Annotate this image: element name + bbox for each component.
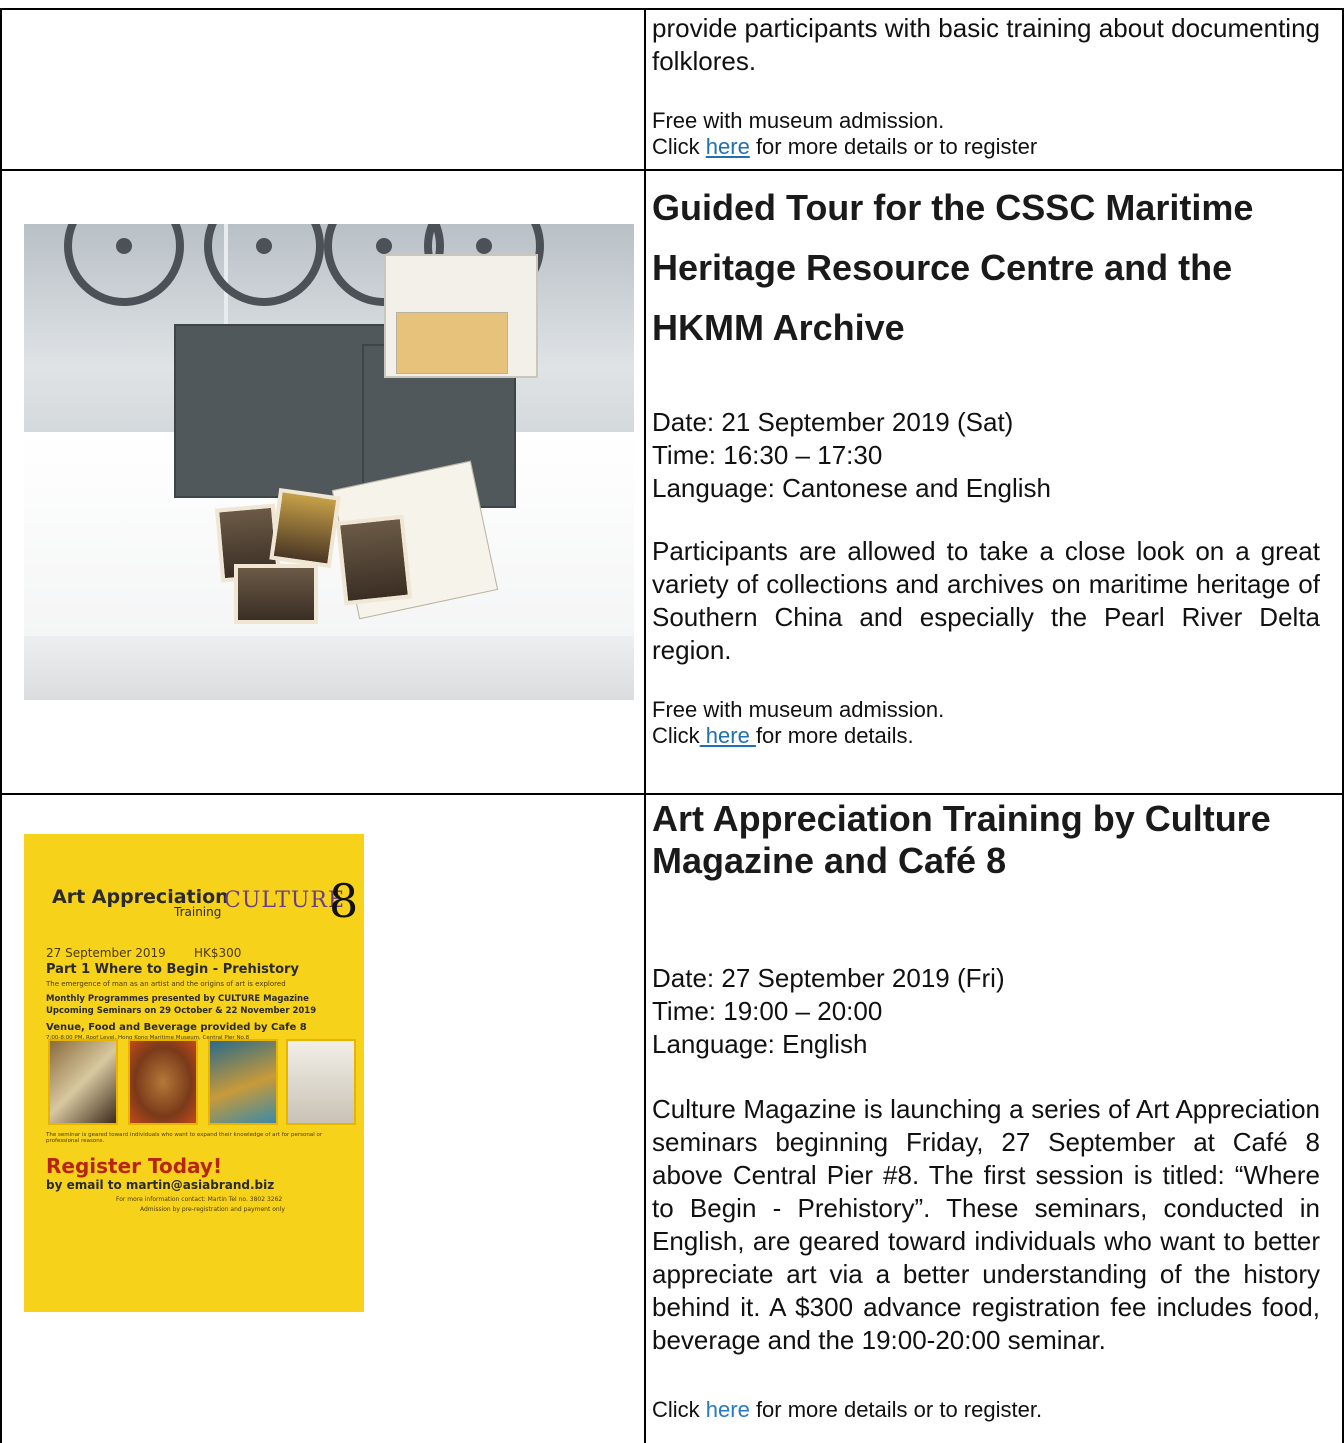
- photo-print-4: [335, 514, 413, 606]
- table-border-middle: [644, 8, 646, 1443]
- poster-artwork-4: [286, 1039, 356, 1125]
- poster-upcoming: Upcoming Seminars on 29 October & 22 Nov…: [46, 1006, 317, 1016]
- row2-here-link[interactable]: here: [700, 723, 756, 748]
- row3-title-line-2: Magazine and Café 8: [652, 840, 1007, 881]
- row3-body: Culture Magazine is launching a series o…: [652, 1094, 1320, 1355]
- poster-geared: The seminar is geared toward individuals…: [46, 1132, 323, 1144]
- table-edge: [24, 636, 634, 700]
- row3-here-link[interactable]: here: [706, 1397, 750, 1422]
- poster-subtitle: Training: [174, 905, 222, 919]
- poster-artwork-3: [208, 1039, 278, 1125]
- row1-click-prefix: Click: [652, 134, 706, 159]
- poster-date: 27 September 2019: [46, 946, 166, 960]
- row2-date: Date: 21 September 2019 (Sat): [652, 407, 1014, 437]
- row3-title-line-1: Art Appreciation Training by Culture: [652, 798, 1271, 839]
- poster-admission: Admission by pre-registration and paymen…: [140, 1206, 285, 1213]
- row3-language: Language: English: [652, 1029, 868, 1059]
- row2-click-prefix: Click: [652, 723, 700, 748]
- row1-click-suffix: for more details or to register: [749, 134, 1038, 159]
- poster-register: Register Today!: [46, 1154, 223, 1178]
- row1-click-line: Click here for more details or to regist…: [652, 134, 1320, 160]
- row2-language: Language: Cantonese and English: [652, 473, 1051, 503]
- photo-print-2: [269, 488, 341, 568]
- row1-here-link[interactable]: here: [706, 134, 750, 159]
- row2-body: Participants are allowed to take a close…: [652, 536, 1320, 665]
- row2-text-cell: Guided Tour for the CSSC Maritime Herita…: [652, 178, 1320, 749]
- poster-culture-logo: CULTURE: [224, 888, 346, 913]
- poster-email: by email to martin@asiabrand.biz: [46, 1178, 275, 1192]
- document-page: provide participants with basic training…: [0, 0, 1344, 1443]
- row3-click-suffix: for more details or to register.: [749, 1397, 1043, 1422]
- row3-date: Date: 27 September 2019 (Fri): [652, 963, 1005, 993]
- archive-document: [396, 312, 508, 374]
- row2-title-line-3: HKMM Archive: [652, 307, 905, 348]
- poster-part-sub: The emergence of man as an artist and th…: [46, 980, 286, 988]
- row2-title-line-1: Guided Tour for the CSSC Maritime: [652, 187, 1254, 228]
- row3-click-line: Click here for more details or to regist…: [652, 1397, 1320, 1423]
- table-border-left: [0, 8, 2, 1443]
- row2-click-suffix: for more details.: [755, 723, 914, 748]
- row1-text-cell: provide participants with basic training…: [652, 12, 1320, 160]
- table-border-top: [0, 8, 1344, 10]
- row1-admission: Free with museum admission.: [652, 108, 945, 133]
- poster-artwork-2: [128, 1039, 198, 1125]
- photo-print-3: [234, 564, 318, 624]
- row3-click-prefix: Click: [652, 1397, 706, 1422]
- poster-venue: Venue, Food and Beverage provided by Caf…: [46, 1022, 307, 1033]
- archive-box-left: [174, 324, 388, 498]
- poster-part: Part 1 Where to Begin - Prehistory: [46, 962, 299, 977]
- row2-admission: Free with museum admission.: [652, 697, 945, 722]
- row3-time: Time: 19:00 – 20:00: [652, 996, 883, 1026]
- table-border-row1: [0, 169, 1344, 171]
- poster-price: HK$300: [194, 946, 242, 960]
- table-border-row2: [0, 793, 1344, 795]
- poster-monthly: Monthly Programmes presented by CULTURE …: [46, 994, 309, 1004]
- archive-boxes-photo: [24, 224, 634, 700]
- art-appreciation-poster: Art Appreciation Training CULTURE 8 27 S…: [24, 834, 364, 1312]
- row2-click-line: Click here for more details.: [652, 723, 1320, 749]
- row3-text-cell: Art Appreciation Training by Culture Mag…: [652, 798, 1320, 1423]
- poster-contact: For more information contact: Martin Tel…: [116, 1196, 283, 1203]
- row2-time: Time: 16:30 – 17:30: [652, 440, 883, 470]
- row1-body: provide participants with basic training…: [652, 13, 1320, 76]
- row2-title-line-2: Heritage Resource Centre and the: [652, 247, 1233, 288]
- poster-cafe8-logo: 8: [329, 874, 359, 928]
- poster-artwork-1: [48, 1039, 118, 1125]
